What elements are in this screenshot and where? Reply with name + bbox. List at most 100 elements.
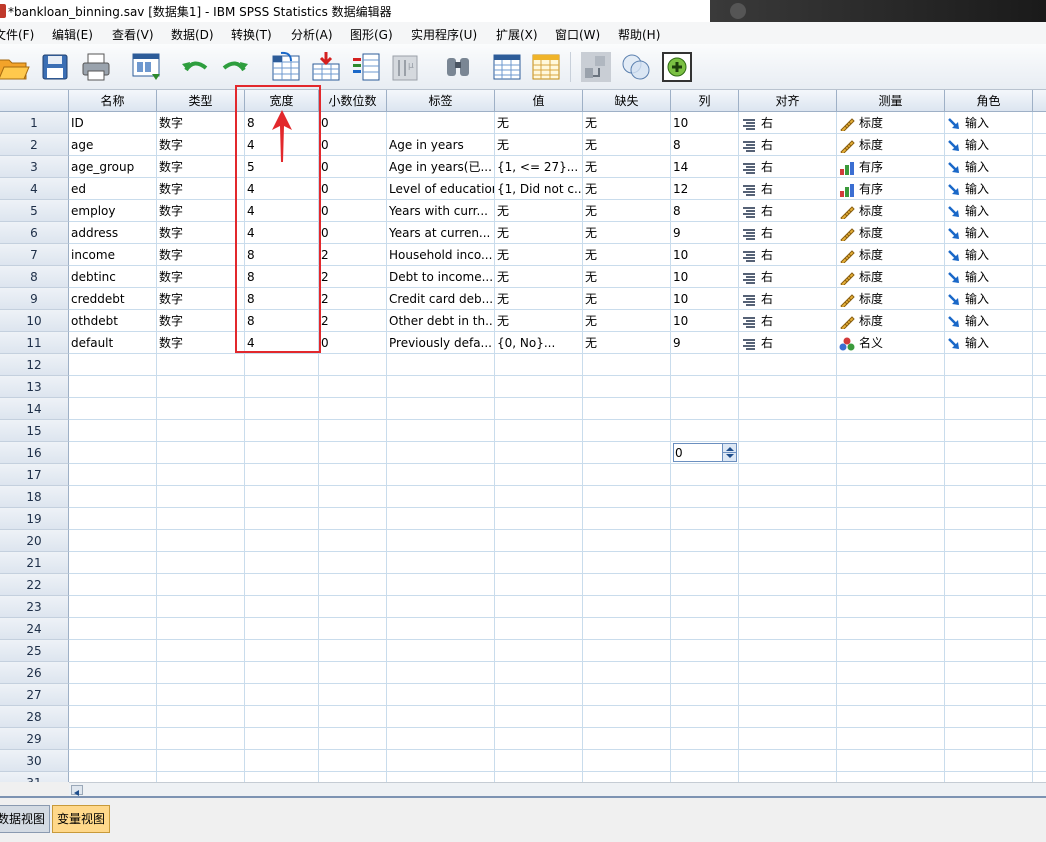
- menu-item-1[interactable]: 编辑(E): [52, 26, 93, 43]
- cell-align[interactable]: [739, 706, 837, 728]
- menu-item-5[interactable]: 分析(A): [291, 26, 333, 43]
- cell-missing[interactable]: [583, 552, 671, 574]
- cell-name[interactable]: default: [69, 332, 157, 354]
- cell-type[interactable]: 数字: [157, 134, 245, 156]
- cell-role[interactable]: 输入: [945, 156, 1033, 178]
- cell-columns[interactable]: 8: [671, 134, 739, 156]
- cell-name[interactable]: [69, 376, 157, 398]
- cell-label[interactable]: Credit card deb...: [387, 288, 495, 310]
- cell-type[interactable]: [157, 728, 245, 750]
- cell-type[interactable]: [157, 398, 245, 420]
- cell-align[interactable]: [739, 530, 837, 552]
- cell-columns[interactable]: [671, 640, 739, 662]
- cell-measure[interactable]: [837, 354, 945, 376]
- cell-role[interactable]: 输入: [945, 310, 1033, 332]
- cell-name[interactable]: age: [69, 134, 157, 156]
- column-header-values[interactable]: 值: [495, 90, 583, 112]
- cell-role[interactable]: [945, 530, 1033, 552]
- cell-missing[interactable]: 无: [583, 266, 671, 288]
- row-header[interactable]: 19: [0, 508, 69, 530]
- row-header[interactable]: 7: [0, 244, 69, 266]
- cell-measure[interactable]: [837, 530, 945, 552]
- cell-align[interactable]: [739, 596, 837, 618]
- menu-item-0[interactable]: 文件(F): [0, 26, 34, 43]
- cell-columns[interactable]: [671, 574, 739, 596]
- cell-measure[interactable]: 标度: [837, 134, 945, 156]
- cell-label[interactable]: [387, 706, 495, 728]
- row-header[interactable]: 31: [0, 772, 69, 782]
- cell-columns[interactable]: 10: [671, 288, 739, 310]
- cell-role[interactable]: [945, 552, 1033, 574]
- cell-measure[interactable]: [837, 552, 945, 574]
- row-header[interactable]: 9: [0, 288, 69, 310]
- cell-type[interactable]: 数字: [157, 200, 245, 222]
- grid-corner[interactable]: [0, 90, 69, 112]
- row-header[interactable]: 27: [0, 684, 69, 706]
- cell-name[interactable]: debtinc: [69, 266, 157, 288]
- cell-values[interactable]: [495, 640, 583, 662]
- cell-values[interactable]: [495, 574, 583, 596]
- cell-missing[interactable]: [583, 728, 671, 750]
- cell-decimals[interactable]: 0: [319, 200, 387, 222]
- cell-align[interactable]: [739, 376, 837, 398]
- cell-label[interactable]: [387, 354, 495, 376]
- cell-role[interactable]: 输入: [945, 112, 1033, 134]
- cell-decimals[interactable]: 0: [319, 156, 387, 178]
- cell-name[interactable]: income: [69, 244, 157, 266]
- row-header[interactable]: 17: [0, 464, 69, 486]
- select-cases-icon[interactable]: [579, 50, 613, 84]
- go-to-case-icon[interactable]: [269, 50, 303, 84]
- cell-decimals[interactable]: [319, 442, 387, 464]
- cell-align[interactable]: [739, 398, 837, 420]
- cell-label[interactable]: Household inco...: [387, 244, 495, 266]
- cell-type[interactable]: 数字: [157, 178, 245, 200]
- menu-item-10[interactable]: 帮助(H): [618, 26, 660, 43]
- cell-align[interactable]: [739, 508, 837, 530]
- cell-missing[interactable]: 无: [583, 112, 671, 134]
- cell-columns[interactable]: 10: [671, 266, 739, 288]
- cell-type[interactable]: [157, 508, 245, 530]
- cell-missing[interactable]: [583, 530, 671, 552]
- menu-item-9[interactable]: 窗口(W): [555, 26, 600, 43]
- cell-label[interactable]: [387, 442, 495, 464]
- spinner-buttons[interactable]: [722, 444, 737, 461]
- cell-columns[interactable]: [671, 750, 739, 772]
- column-header-align[interactable]: 对齐: [739, 90, 837, 112]
- row-header[interactable]: 24: [0, 618, 69, 640]
- cell-type[interactable]: [157, 530, 245, 552]
- cell-align[interactable]: [739, 684, 837, 706]
- cell-decimals[interactable]: [319, 508, 387, 530]
- cell-type[interactable]: 数字: [157, 244, 245, 266]
- scroll-left-arrow-icon[interactable]: [71, 785, 83, 796]
- cell-missing[interactable]: 无: [583, 134, 671, 156]
- cell-columns[interactable]: [671, 662, 739, 684]
- cell-label[interactable]: [387, 574, 495, 596]
- cell-values[interactable]: [495, 618, 583, 640]
- cell-label[interactable]: [387, 728, 495, 750]
- cell-measure[interactable]: 名义: [837, 332, 945, 354]
- cell-name[interactable]: [69, 398, 157, 420]
- cell-columns[interactable]: [671, 398, 739, 420]
- cell-name[interactable]: [69, 354, 157, 376]
- cell-values[interactable]: [495, 420, 583, 442]
- cell-columns[interactable]: [671, 508, 739, 530]
- cell-type[interactable]: 数字: [157, 112, 245, 134]
- cell-align[interactable]: 右: [739, 310, 837, 332]
- cell-type[interactable]: [157, 420, 245, 442]
- cell-name[interactable]: [69, 640, 157, 662]
- cell-width[interactable]: [245, 574, 319, 596]
- cell-name[interactable]: [69, 684, 157, 706]
- cell-label[interactable]: [387, 486, 495, 508]
- cell-decimals[interactable]: [319, 662, 387, 684]
- cell-type[interactable]: [157, 552, 245, 574]
- cell-name[interactable]: ID: [69, 112, 157, 134]
- columns-spinner-editor[interactable]: [673, 443, 737, 462]
- row-header[interactable]: 8: [0, 266, 69, 288]
- cell-role[interactable]: [945, 706, 1033, 728]
- cell-measure[interactable]: 标度: [837, 244, 945, 266]
- cell-role[interactable]: 输入: [945, 266, 1033, 288]
- go-to-variable-icon[interactable]: [309, 50, 343, 84]
- cell-label[interactable]: [387, 640, 495, 662]
- cell-type[interactable]: [157, 442, 245, 464]
- cell-values[interactable]: 无: [495, 266, 583, 288]
